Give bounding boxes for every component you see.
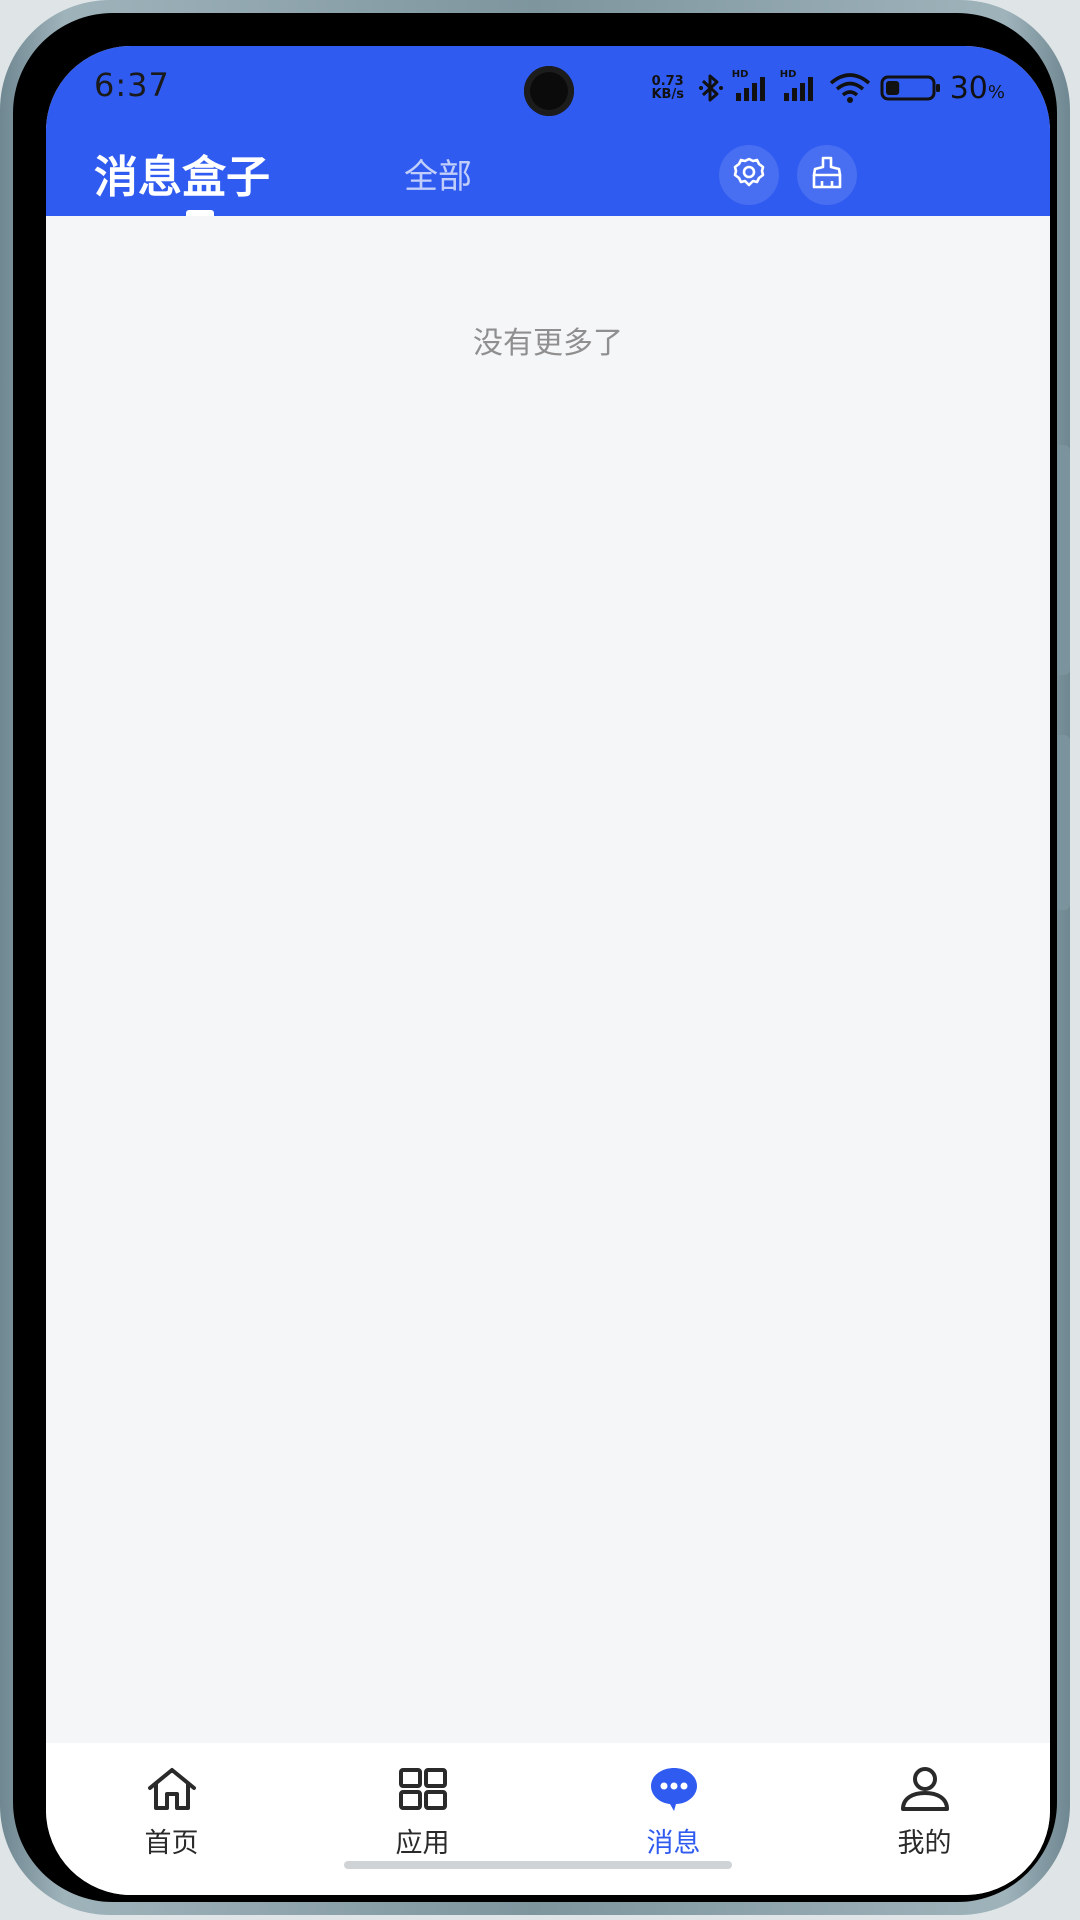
active-tab-indicator — [186, 210, 214, 216]
nav-item-home[interactable]: 首页 — [46, 1743, 297, 1895]
nav-label-messages: 消息 — [646, 1828, 701, 1859]
battery-icon — [880, 74, 942, 102]
signal-hd-label: HD — [779, 69, 797, 80]
nav-item-messages[interactable]: 消息 — [548, 1743, 799, 1895]
top-app-bar: 6:37 0.73 KB/s HD HD 30% 消息盒子 全部 — [46, 46, 1050, 216]
cellular-signal-icon: HD — [780, 69, 820, 103]
home-indicator-bar[interactable] — [344, 1861, 732, 1869]
clear-broom-icon — [809, 155, 845, 195]
nav-label-apps: 应用 — [395, 1828, 450, 1859]
empty-list-message: 没有更多了 — [473, 326, 623, 361]
phone-bezel: 6:37 0.73 KB/s HD HD 30% 消息盒子 全部 没有更多了 首… — [13, 13, 1057, 1902]
clear-button[interactable] — [797, 145, 857, 205]
front-camera — [524, 66, 574, 116]
tab-message-box[interactable]: 消息盒子 — [94, 141, 270, 205]
home-icon — [145, 1763, 199, 1815]
bottom-navigation: 首页 应用 消息 我的 — [46, 1743, 1050, 1895]
wifi-icon — [828, 73, 872, 103]
nav-item-apps[interactable]: 应用 — [297, 1743, 548, 1895]
network-speed-unit: KB/s — [651, 87, 684, 102]
message-bubble-icon — [648, 1763, 700, 1815]
settings-button[interactable] — [719, 145, 779, 205]
status-time: 6:37 — [94, 66, 170, 104]
nav-item-profile[interactable]: 我的 — [799, 1743, 1050, 1895]
settings-gear-icon — [731, 155, 767, 195]
bluetooth-icon — [698, 72, 724, 104]
volume-key — [1058, 445, 1070, 675]
nav-label-home: 首页 — [144, 1828, 199, 1859]
battery-percent: 30% — [950, 71, 1005, 106]
nav-label-profile: 我的 — [897, 1828, 952, 1859]
apps-grid-icon — [398, 1763, 448, 1815]
signal-hd-label: HD — [731, 69, 749, 80]
profile-icon — [899, 1763, 951, 1815]
phone-frame: 6:37 0.73 KB/s HD HD 30% 消息盒子 全部 没有更多了 首… — [0, 0, 1070, 1915]
network-speed: 0.73 KB/s — [646, 75, 690, 101]
tab-all[interactable]: 全部 — [404, 149, 472, 198]
screen: 6:37 0.73 KB/s HD HD 30% 消息盒子 全部 没有更多了 首… — [46, 46, 1050, 1895]
cellular-signal-icon: HD — [732, 69, 772, 103]
battery-percent-sign: % — [987, 81, 1005, 103]
battery-percent-value: 30 — [949, 70, 988, 106]
power-key — [1058, 735, 1070, 910]
status-icons: 0.73 KB/s HD HD 30% — [646, 68, 1005, 108]
